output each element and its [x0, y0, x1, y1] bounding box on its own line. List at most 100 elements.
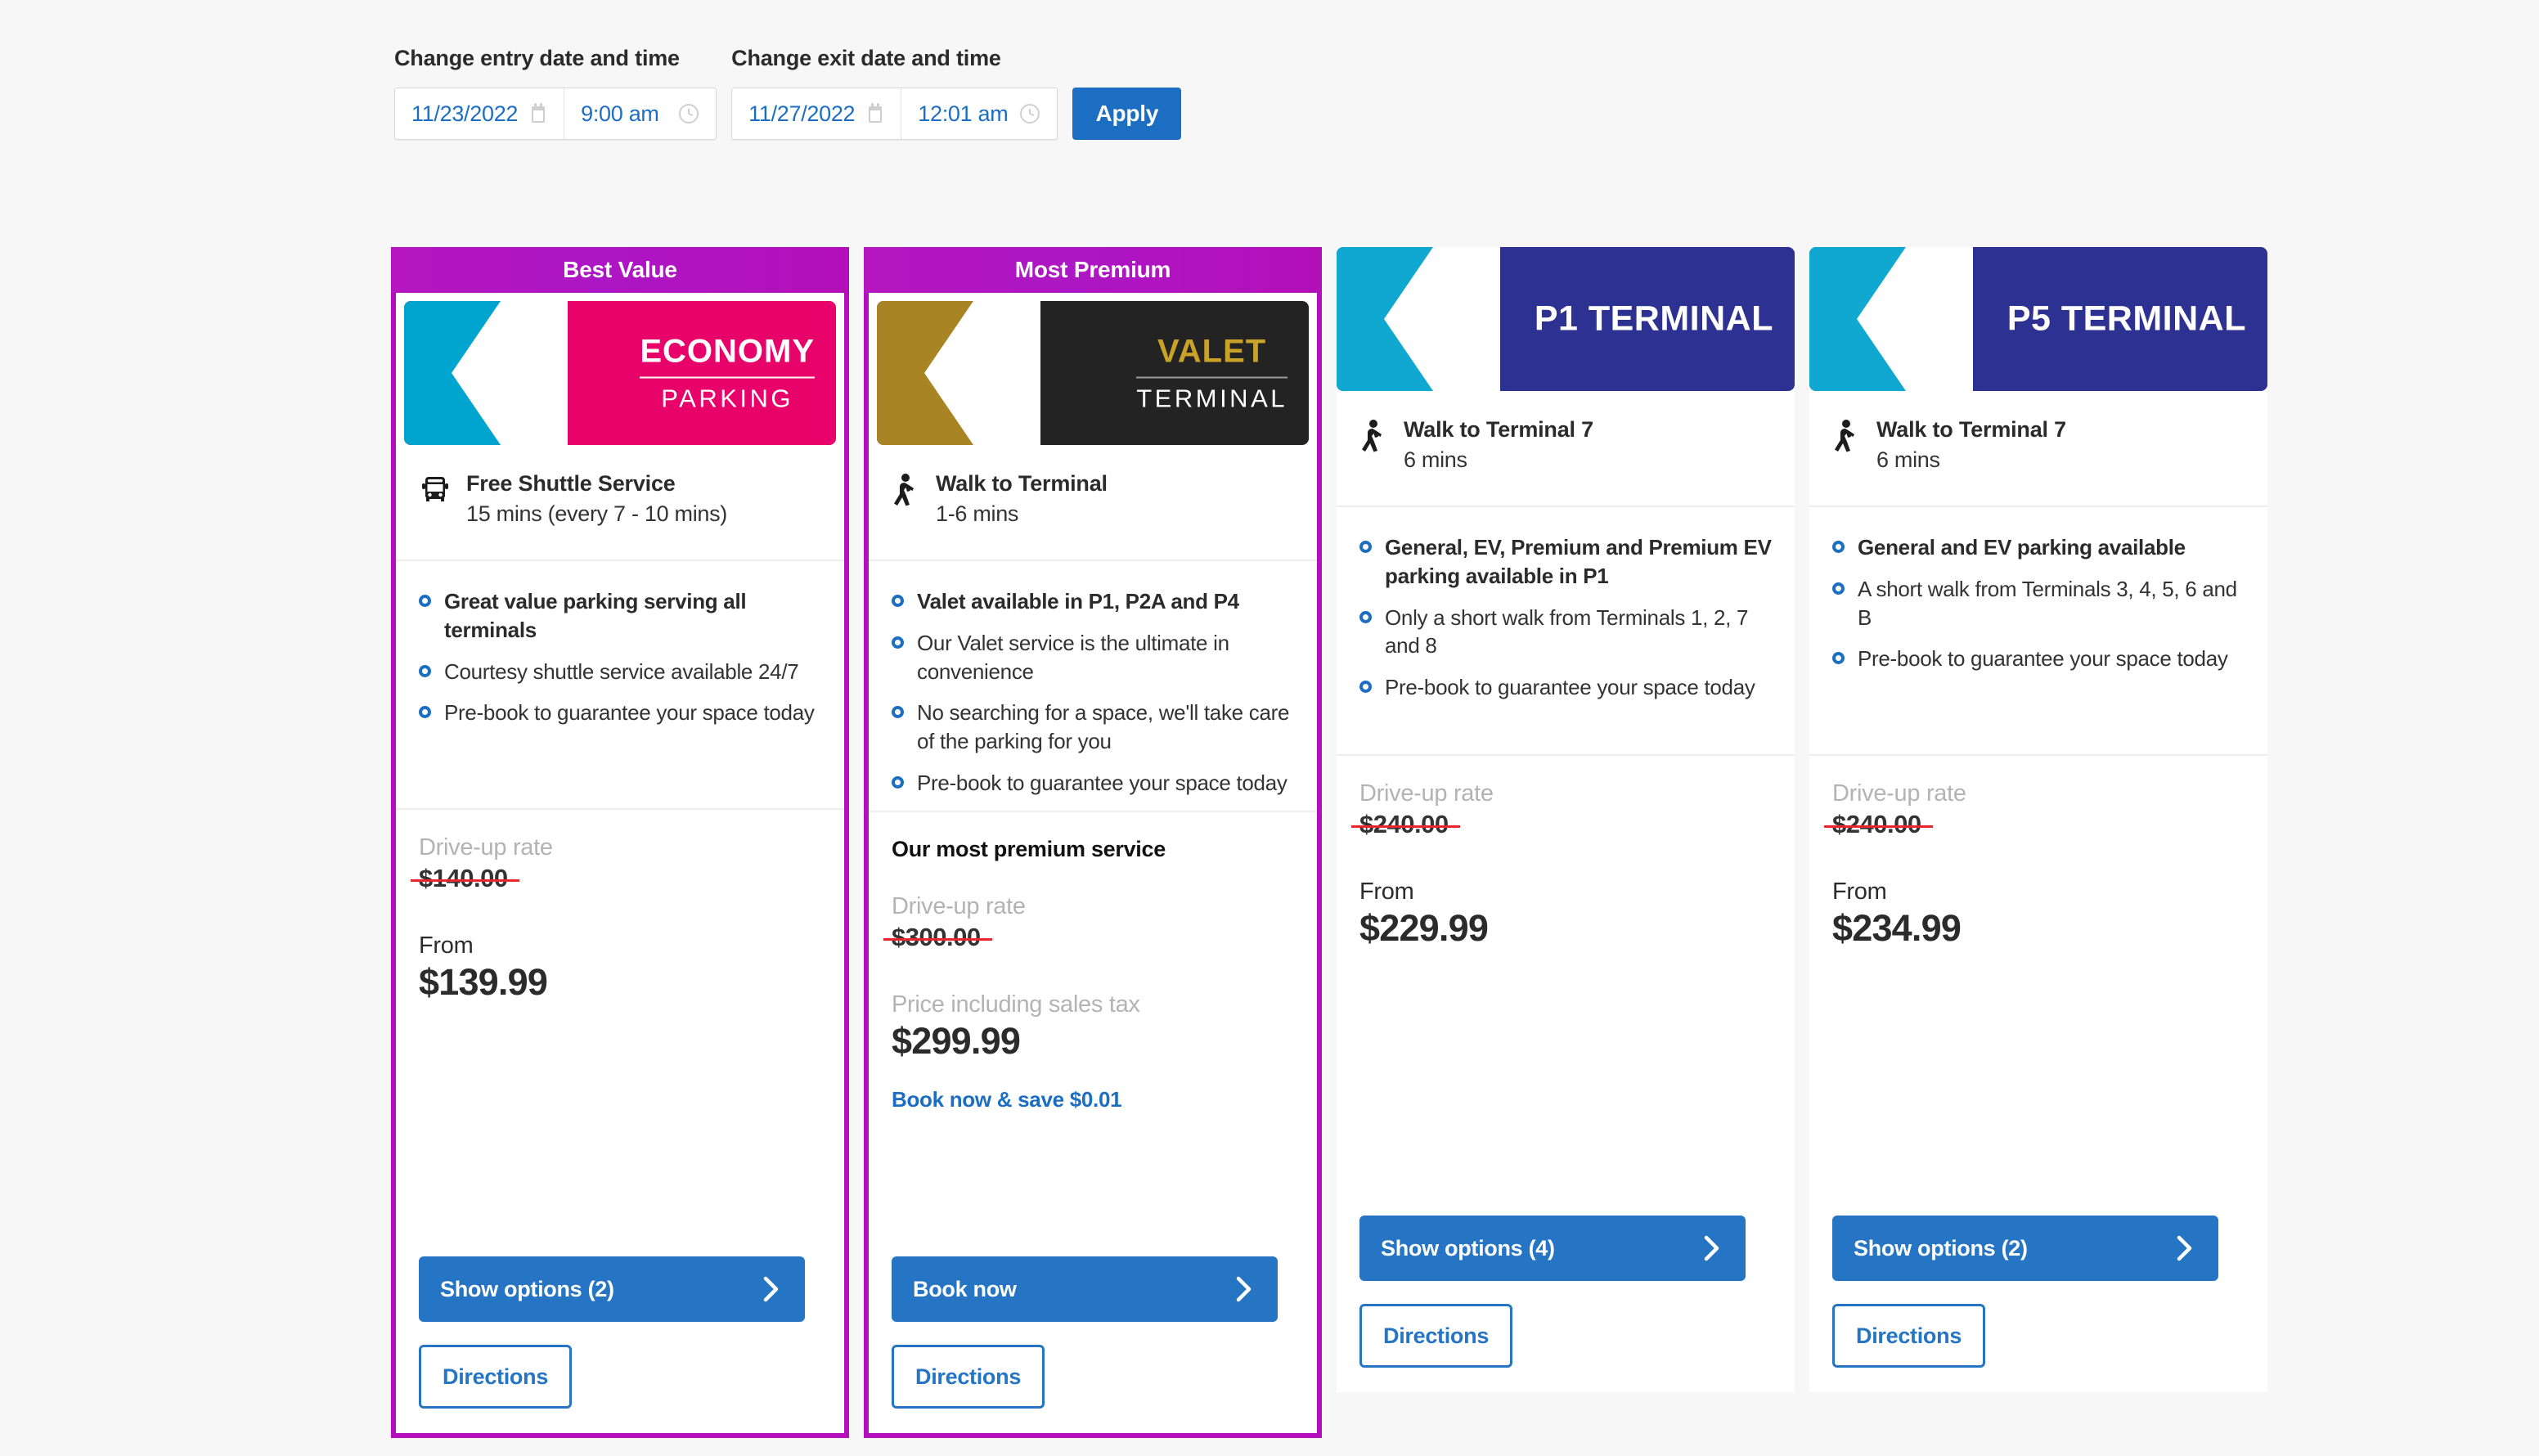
- chevron-right-icon: [2173, 1234, 2197, 1262]
- brand-logo: ECONOMY PARKING: [404, 301, 836, 445]
- feature-text: Great value parking serving all terminal…: [444, 589, 747, 642]
- transit-info: Walk to Terminal 1-6 mins: [869, 445, 1317, 561]
- driveup-rate-value: $140.00: [411, 864, 519, 892]
- card-ribbon: Best Value: [391, 247, 849, 293]
- feature-item: Pre-book to guarantee your space today: [419, 699, 821, 727]
- feature-text: No searching for a space, we'll take car…: [917, 700, 1290, 754]
- exit-input-pair: 11/27/2022 12:01 am: [731, 88, 1058, 140]
- card-ribbon-label: Most Premium: [1014, 257, 1171, 282]
- price-value: $299.99: [892, 1019, 1021, 1062]
- brand-logo: P1 TERMINAL: [1337, 247, 1795, 391]
- chevron-mark-icon: [1337, 247, 1500, 391]
- entry-field-group: Change entry date and time 11/23/2022 9:…: [394, 46, 717, 140]
- primary-action-label: Show options (2): [440, 1276, 614, 1301]
- feature-item: Valet available in P1, P2A and P4: [892, 587, 1294, 616]
- bullet-icon: [1832, 541, 1845, 553]
- brand-main-label: VALET: [1157, 333, 1267, 370]
- feature-text: Valet available in P1, P2A and P4: [917, 589, 1239, 613]
- primary-action-button[interactable]: Show options (2): [1832, 1216, 2218, 1281]
- entry-date-input[interactable]: 11/23/2022: [395, 88, 564, 139]
- exit-date-input[interactable]: 11/27/2022: [732, 88, 901, 139]
- feature-item: Pre-book to guarantee your space today: [1832, 645, 2245, 673]
- bullet-icon: [1359, 541, 1372, 553]
- parking-options-list: Best Value ECONOMY PARKING Free Shuttle Ser…: [391, 247, 2282, 1438]
- feature-text: A short walk from Terminals 3, 4, 5, 6 a…: [1858, 576, 2237, 630]
- exit-label: Change exit date and time: [731, 46, 1001, 70]
- feature-item: Pre-book to guarantee your space today: [1359, 673, 1772, 702]
- brand-main-label: P1 TERMINAL: [1534, 299, 1773, 339]
- save-link[interactable]: Book now & save $0.01: [892, 1087, 1294, 1112]
- brand-text: ECONOMY PARKING: [640, 335, 815, 411]
- transit-title: Walk to Terminal 7: [1876, 417, 2066, 442]
- brand-logo: VALET TERMINAL: [877, 301, 1309, 445]
- feature-item: General and EV parking available: [1832, 533, 2245, 562]
- transit-title: Free Shuttle Service: [466, 471, 676, 496]
- feature-text: Only a short walk from Terminals 1, 2, 7…: [1385, 604, 1749, 658]
- card-ribbon: Most Premium: [864, 247, 1322, 293]
- feature-item: Our Valet service is the ultimate in con…: [892, 629, 1294, 686]
- card-body: ECONOMY PARKING Free Shuttle Service 15 min…: [391, 293, 849, 1438]
- brand-main-label: ECONOMY: [640, 333, 815, 370]
- transit-duration: 1-6 mins: [936, 501, 1019, 526]
- pricing-section: Drive-up rate $140.00 From $139.99 Show opti…: [396, 810, 844, 1433]
- card-ribbon-label: Best Value: [563, 257, 677, 282]
- card-body: VALET TERMINAL Walk to Terminal 1-6 mins Val…: [864, 293, 1322, 1438]
- exit-date-value: 11/27/2022: [748, 101, 856, 126]
- directions-button[interactable]: Directions: [892, 1345, 1045, 1409]
- clock-icon[interactable]: [678, 103, 699, 124]
- entry-time-input[interactable]: 9:00 am: [564, 88, 716, 139]
- transit-info: Free Shuttle Service 15 mins (every 7 - 1…: [396, 445, 844, 561]
- transit-title: Walk to Terminal: [936, 471, 1108, 496]
- feature-item: No searching for a space, we'll take car…: [892, 699, 1294, 756]
- calendar-icon[interactable]: [529, 103, 547, 124]
- bus-icon: [419, 471, 452, 506]
- primary-action-button[interactable]: Book now: [892, 1256, 1278, 1322]
- driveup-rate-value: $240.00: [1824, 810, 1933, 838]
- entry-time-value: 9:00 am: [581, 101, 659, 126]
- pricing-section: Drive-up rate $240.00 From $229.99 Show opti…: [1337, 756, 1795, 1392]
- exit-time-input[interactable]: 12:01 am: [901, 88, 1057, 139]
- walk-icon: [892, 471, 921, 507]
- bullet-icon: [419, 664, 431, 677]
- chevron-right-icon: [1232, 1275, 1256, 1303]
- brand-text: VALET TERMINAL: [1136, 335, 1287, 411]
- feature-list: General, EV, Premium and Premium EV park…: [1337, 507, 1795, 756]
- feature-item: A short walk from Terminals 3, 4, 5, 6 a…: [1832, 575, 2245, 632]
- transit-info: Walk to Terminal 7 6 mins: [1809, 391, 2267, 507]
- driveup-rate-label: Drive-up rate: [892, 892, 1026, 919]
- primary-action-label: Show options (4): [1381, 1235, 1555, 1261]
- parking-card: P5 TERMINAL Walk to Terminal 7 6 mins Gener…: [1809, 247, 2267, 1392]
- feature-text: General, EV, Premium and Premium EV park…: [1385, 535, 1772, 588]
- feature-item: Courtesy shuttle service available 24/7: [419, 658, 821, 686]
- feature-item: Great value parking serving all terminal…: [419, 587, 821, 645]
- feature-text: General and EV parking available: [1858, 535, 2186, 559]
- driveup-rate-value: $240.00: [1351, 810, 1460, 838]
- brand-text: P5 TERMINAL: [2007, 301, 2246, 337]
- primary-action-button[interactable]: Show options (2): [419, 1256, 805, 1322]
- bullet-icon: [892, 595, 904, 607]
- bullet-icon: [892, 636, 904, 649]
- price-caption: From: [419, 932, 474, 959]
- bullet-icon: [1832, 652, 1845, 665]
- feature-item: Only a short walk from Terminals 1, 2, 7…: [1359, 604, 1772, 661]
- card-actions: Show options (2) Directions: [1832, 1216, 2245, 1392]
- card-body: P1 TERMINAL Walk to Terminal 7 6 mins Gener…: [1337, 247, 1795, 1392]
- bullet-icon: [1359, 610, 1372, 623]
- clock-icon[interactable]: [1019, 103, 1040, 124]
- driveup-rate-label: Drive-up rate: [1832, 780, 1966, 807]
- apply-button[interactable]: Apply: [1072, 88, 1182, 140]
- price-value: $234.99: [1832, 907, 1962, 949]
- price-value: $139.99: [419, 961, 548, 1003]
- feature-text: Pre-book to guarantee your space today: [1385, 675, 1755, 700]
- directions-button[interactable]: Directions: [1359, 1304, 1513, 1368]
- chevron-mark-icon: [877, 301, 1040, 445]
- directions-button[interactable]: Directions: [1832, 1304, 1986, 1368]
- calendar-icon[interactable]: [866, 103, 884, 124]
- transit-info: Walk to Terminal 7 6 mins: [1337, 391, 1795, 507]
- primary-action-button[interactable]: Show options (4): [1359, 1216, 1746, 1281]
- directions-button[interactable]: Directions: [419, 1345, 573, 1409]
- exit-time-value: 12:01 am: [918, 101, 1009, 126]
- chevron-right-icon: [759, 1275, 784, 1303]
- card-actions: Show options (4) Directions: [1359, 1216, 1772, 1392]
- price-value: $229.99: [1359, 907, 1489, 949]
